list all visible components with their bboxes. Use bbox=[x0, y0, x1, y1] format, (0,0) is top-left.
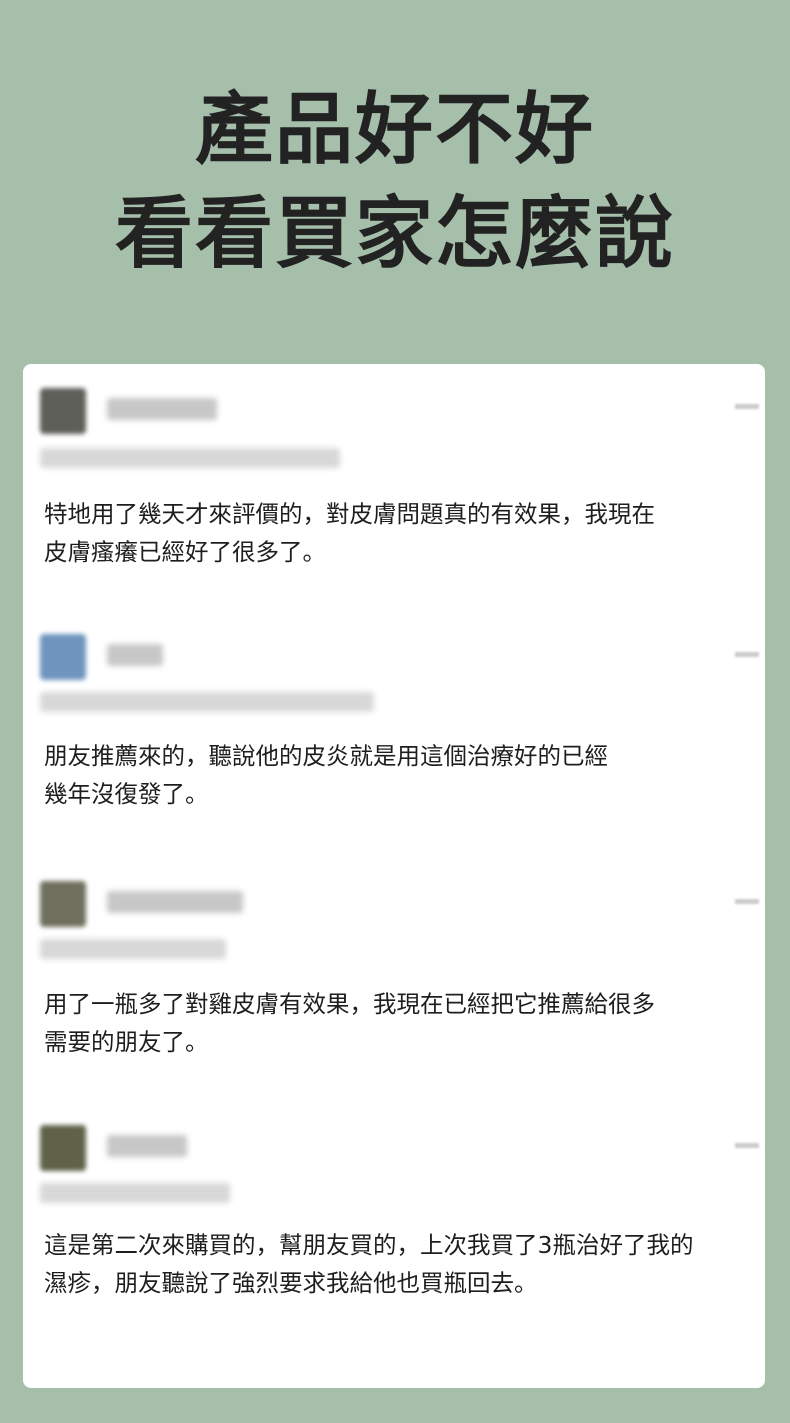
avatar bbox=[40, 881, 86, 927]
page-header: 產品好不好 看看買家怎麼說 bbox=[0, 78, 790, 286]
review-meta-blurred bbox=[40, 1183, 230, 1203]
reviewer-name-blurred bbox=[107, 398, 217, 420]
avatar bbox=[40, 634, 86, 680]
avatar bbox=[40, 1125, 86, 1171]
more-icon[interactable] bbox=[735, 1143, 759, 1148]
review-meta-blurred bbox=[40, 448, 340, 468]
header-title-line-2: 看看買家怎麼說 bbox=[114, 189, 675, 279]
header-title-line-1: 產品好不好 bbox=[194, 85, 595, 175]
more-icon[interactable] bbox=[735, 652, 759, 657]
reviewer-name-blurred bbox=[107, 1135, 187, 1157]
reviewer-name-blurred bbox=[107, 891, 243, 913]
reviewer-name-blurred bbox=[107, 644, 163, 666]
review-text: 特地用了幾天才來評價的，對皮膚問題真的有效果，我現在 皮膚瘙癢已經好了很多了。 bbox=[44, 500, 655, 566]
review-text: 朋友推薦來的，聽說他的皮炎就是用這個治療好的已經 幾年沒復發了。 bbox=[44, 742, 608, 808]
avatar bbox=[40, 388, 86, 434]
more-icon[interactable] bbox=[735, 404, 759, 409]
more-icon[interactable] bbox=[735, 899, 759, 904]
review-meta-blurred bbox=[40, 939, 226, 959]
review-text: 用了一瓶多了對雞皮膚有效果，我現在已經把它推薦給很多 需要的朋友了。 bbox=[44, 990, 655, 1056]
review-meta-blurred bbox=[40, 692, 374, 712]
review-text: 這是第二次來購買的，幫朋友買的，上次我買了3瓶治好了我的 濕疹，朋友聽說了強烈要… bbox=[44, 1231, 694, 1297]
reviews-card: 特地用了幾天才來評價的，對皮膚問題真的有效果，我現在 皮膚瘙癢已經好了很多了。 … bbox=[23, 364, 765, 1388]
